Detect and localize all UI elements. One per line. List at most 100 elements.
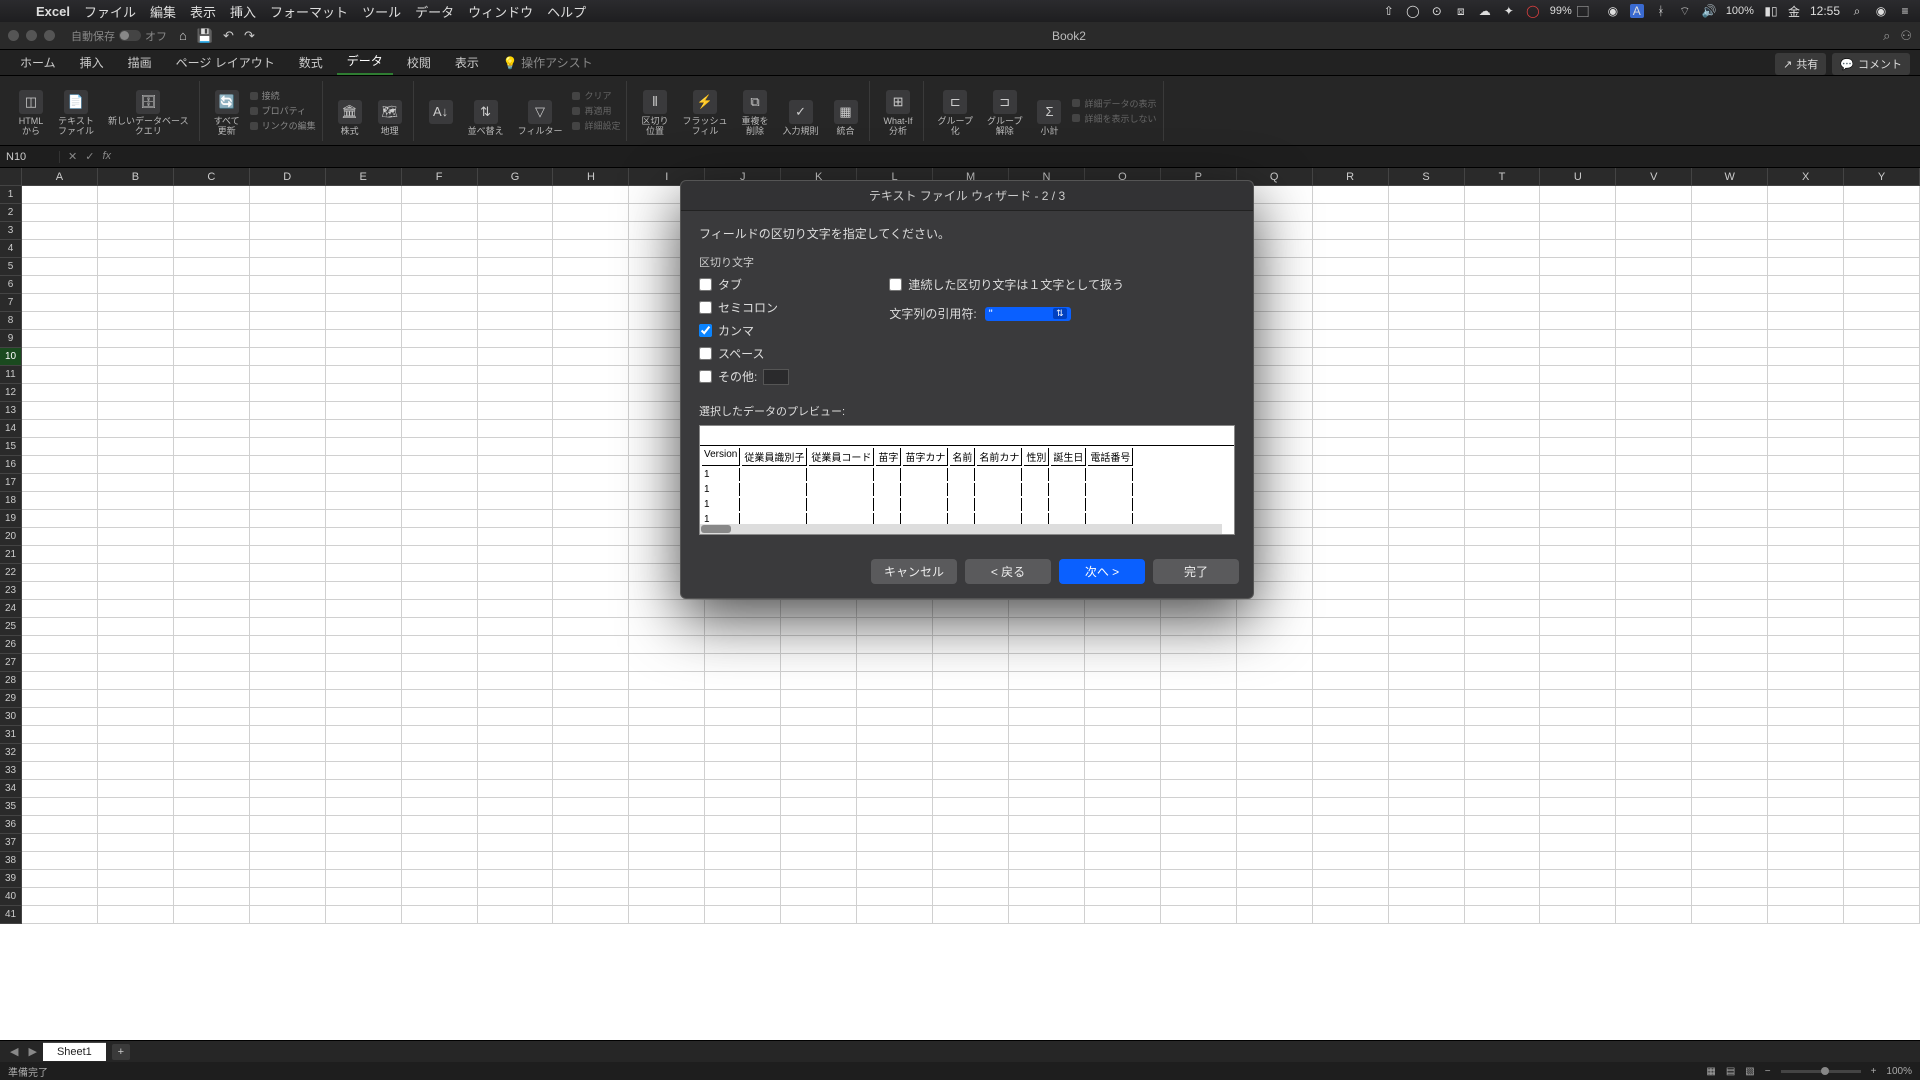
cell[interactable] [250,762,326,780]
cell[interactable] [402,816,478,834]
cell[interactable] [250,402,326,420]
cell[interactable] [478,654,554,672]
cell[interactable] [174,816,250,834]
cell[interactable] [1313,852,1389,870]
cell[interactable] [1389,816,1465,834]
cell[interactable] [22,834,98,852]
cell[interactable] [1768,618,1844,636]
text-to-columns-button[interactable]: ⫴区切り 位置 [637,83,672,139]
cell[interactable] [1540,294,1616,312]
cell[interactable] [705,816,781,834]
cell[interactable] [857,600,933,618]
cell[interactable] [1692,528,1768,546]
cell[interactable] [478,636,554,654]
cell[interactable] [326,222,402,240]
cell[interactable] [98,330,174,348]
cell[interactable] [478,222,554,240]
cell[interactable] [478,618,554,636]
cell[interactable] [857,852,933,870]
cell[interactable] [326,528,402,546]
cell[interactable] [1389,510,1465,528]
row-header[interactable]: 20 [0,528,22,546]
cell[interactable] [1389,726,1465,744]
cell[interactable] [1768,888,1844,906]
cell[interactable] [22,690,98,708]
view-normal-icon[interactable]: ▦ [1706,1066,1715,1077]
save-icon[interactable]: 💾 [197,28,213,44]
zoom-slider[interactable] [1781,1070,1861,1073]
cell[interactable] [1540,618,1616,636]
cell[interactable] [705,708,781,726]
cell[interactable] [402,798,478,816]
cell[interactable] [402,690,478,708]
cell[interactable] [174,600,250,618]
row-header[interactable]: 41 [0,906,22,924]
filter-button[interactable]: ▽フィルター [514,83,567,139]
cell[interactable] [1540,726,1616,744]
cell[interactable] [1085,888,1161,906]
cell[interactable] [250,834,326,852]
cell[interactable] [1085,708,1161,726]
cell[interactable] [174,906,250,924]
cancel-button[interactable]: キャンセル [871,559,957,584]
name-box[interactable]: N10 [0,151,60,163]
cell[interactable] [250,330,326,348]
cell[interactable] [1768,222,1844,240]
cell[interactable] [705,600,781,618]
cell[interactable] [22,636,98,654]
cell[interactable] [326,510,402,528]
cell[interactable] [1692,402,1768,420]
cell[interactable] [478,600,554,618]
cell[interactable] [22,780,98,798]
cell[interactable] [326,474,402,492]
row-header[interactable]: 31 [0,726,22,744]
cell[interactable] [478,510,554,528]
cell[interactable] [174,708,250,726]
row-header[interactable]: 10 [0,348,22,366]
cell[interactable] [1009,852,1085,870]
cloud-icon[interactable]: ☁ [1478,4,1492,18]
cell[interactable] [705,780,781,798]
cell[interactable] [1616,546,1692,564]
cell[interactable] [1313,222,1389,240]
cell[interactable] [1389,330,1465,348]
cell[interactable] [781,816,857,834]
cell[interactable] [478,816,554,834]
menu-data[interactable]: データ [415,2,454,21]
cell[interactable] [553,546,629,564]
cell[interactable] [174,582,250,600]
cell[interactable] [98,294,174,312]
cell[interactable] [1313,276,1389,294]
cell[interactable] [1540,312,1616,330]
cell[interactable] [98,456,174,474]
cell[interactable] [22,672,98,690]
cell[interactable] [1389,528,1465,546]
cell[interactable] [1389,384,1465,402]
cell[interactable] [1540,546,1616,564]
cell[interactable] [781,726,857,744]
cell[interactable] [478,834,554,852]
cell[interactable] [326,762,402,780]
cell[interactable] [402,600,478,618]
cell[interactable] [98,564,174,582]
cell[interactable] [250,906,326,924]
cell[interactable] [1540,798,1616,816]
cell[interactable] [478,870,554,888]
cell[interactable] [326,240,402,258]
cell[interactable] [781,798,857,816]
cell[interactable] [478,726,554,744]
cell[interactable] [174,222,250,240]
cell[interactable] [98,420,174,438]
cell[interactable] [1237,906,1313,924]
redo-icon[interactable]: ↷ [244,28,255,44]
cell[interactable] [1237,762,1313,780]
row-header[interactable]: 30 [0,708,22,726]
cell[interactable] [1389,852,1465,870]
cell[interactable] [22,492,98,510]
cell[interactable] [1237,708,1313,726]
view-break-icon[interactable]: ▧ [1745,1066,1754,1077]
cell[interactable] [326,384,402,402]
cell[interactable] [1540,690,1616,708]
cell[interactable] [1616,510,1692,528]
cell[interactable] [1237,636,1313,654]
